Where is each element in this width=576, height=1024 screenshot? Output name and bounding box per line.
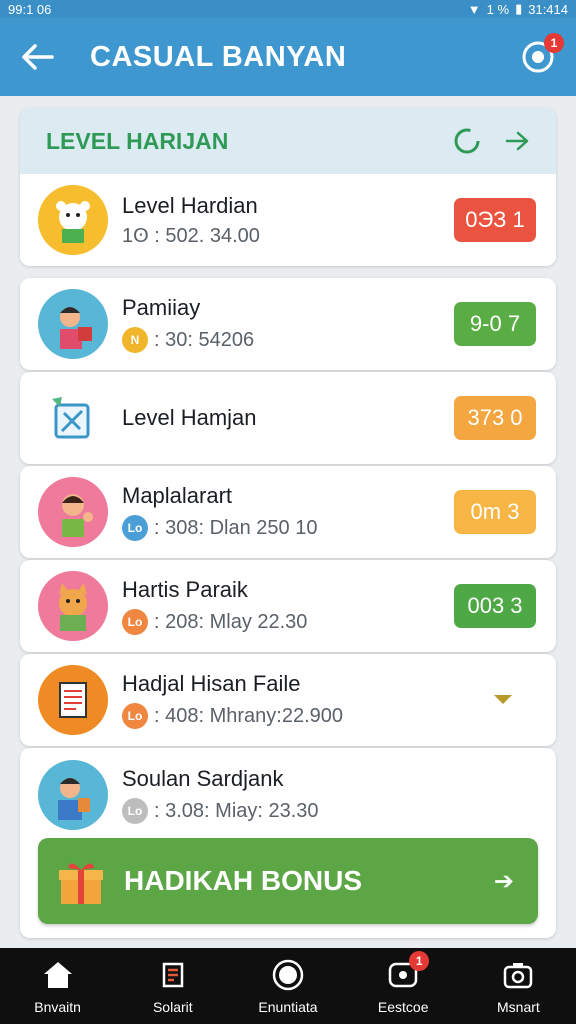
score-badge: 0ЭЗ 1 xyxy=(454,198,536,242)
list-item[interactable]: Level Hamjan 373 0 xyxy=(20,372,556,464)
avatar xyxy=(38,477,108,547)
app-bar: CASUAL BANYAN 1 xyxy=(0,18,576,96)
row-sub: : 3.08: Miay: 23.30 xyxy=(154,799,319,822)
arrow-right-icon: ➔ xyxy=(493,867,514,895)
list-item[interactable]: Pamiiay N : 30: 54206 9-0 7 xyxy=(20,278,556,370)
avatar xyxy=(38,185,108,255)
level-header-card: LEVEL HARIJAN Level Hardian 1ʘ : 502. 34… xyxy=(20,108,556,266)
row-name: Hadjal Hisan Faile xyxy=(122,671,301,696)
wifi-icon: ▼ xyxy=(467,1,481,17)
battery-icon: ▮ xyxy=(515,1,523,16)
score-badge: 373 0 xyxy=(454,396,536,440)
row-sub: : 30: 54206 xyxy=(154,328,255,351)
document-icon xyxy=(59,682,87,718)
row-name: Level Hamjan xyxy=(122,405,257,430)
nav-badge: 1 xyxy=(409,951,430,971)
back-button[interactable] xyxy=(18,37,58,77)
coin-icon: Lo xyxy=(122,703,148,729)
avatar xyxy=(38,571,108,641)
avatar xyxy=(38,289,108,359)
nav-scroll[interactable]: Solarit xyxy=(115,948,230,1024)
status-time: 99:1 06 xyxy=(8,1,52,17)
nav-label: Bnvaitn xyxy=(34,999,81,1015)
score-badge: 9-0 7 xyxy=(454,302,536,346)
bonus-label: HADIKAH BONUS xyxy=(124,865,362,896)
notification-badge: 1 xyxy=(544,33,564,53)
nav-label: Eestcoe xyxy=(377,999,429,1015)
list-item[interactable]: Hartis Paraik Lo : 208: Mlay 22.30 003 3 xyxy=(20,560,556,652)
nav-label: Msnart xyxy=(497,999,540,1015)
notification-button[interactable]: 1 xyxy=(518,33,564,77)
status-clock: 31:414 xyxy=(528,1,568,17)
bear-avatar-icon xyxy=(56,201,90,243)
row-sub: : 408: Mhrany:22.900 xyxy=(154,704,344,727)
coin-icon: Lo xyxy=(122,798,148,824)
avatar xyxy=(38,383,108,453)
list-item[interactable]: Hadjal Hisan Faile Lo : 408: Mhrany:22.90… xyxy=(20,654,556,746)
puzzle-icon xyxy=(52,397,90,439)
battery-percent: 1 % xyxy=(486,1,510,17)
score-badge: 003 3 xyxy=(454,584,536,628)
scroll-icon xyxy=(162,962,184,988)
row-sub: : 208: Mlay 22.30 xyxy=(154,610,308,633)
status-bar: 99:1 06 ▼ 1 % ▮ 31:414 xyxy=(0,0,576,18)
row-name: Maplalarart xyxy=(122,483,233,508)
avatar xyxy=(38,760,108,830)
camera-icon xyxy=(504,963,533,989)
refresh-icon[interactable] xyxy=(452,126,482,156)
chevron-down-icon[interactable] xyxy=(492,693,514,707)
nav-record[interactable]: Enuntiata xyxy=(230,948,345,1024)
nav-label: Enuntiata xyxy=(258,999,318,1015)
nav-profile[interactable]: Msnart xyxy=(461,948,576,1024)
row-sub: : 308: Dlan 250 10 xyxy=(154,516,318,539)
row-name: Level Hardian xyxy=(122,192,258,218)
gift-icon xyxy=(59,863,103,904)
coin-icon: Lo xyxy=(122,515,148,541)
person-avatar-icon xyxy=(58,778,90,820)
nav-label: Solarit xyxy=(152,999,193,1015)
bottom-nav: Bnvaitn Solarit Enuntiata 1 Eestcoe Msna… xyxy=(0,948,576,1024)
list-item[interactable]: Maplalarart Lo : 308: Dlan 250 10 0m 3 xyxy=(20,466,556,558)
list-item[interactable]: Level Hardian 1ʘ : 502. 34.00 0ЭЗ 1 xyxy=(20,174,556,266)
coin-icon: N xyxy=(122,327,148,353)
person-avatar-icon xyxy=(60,307,92,349)
level-list: LEVEL HARIJAN Level Hardian 1ʘ : 502. 34… xyxy=(20,108,556,938)
arrow-left-icon xyxy=(22,44,54,70)
row-sub: 1ʘ : 502. 34.00 xyxy=(122,224,260,247)
record-icon xyxy=(272,959,304,991)
cat-avatar-icon xyxy=(59,583,87,631)
coin-icon: Lo xyxy=(122,609,148,635)
home-icon xyxy=(43,962,72,988)
arrow-right-icon[interactable] xyxy=(504,130,530,152)
app-title: CASUAL BANYAN xyxy=(90,40,347,73)
row-name: Pamiiay xyxy=(122,295,201,320)
bonus-button[interactable]: HADIKAH BONUS ➔ xyxy=(38,838,538,924)
section-title: LEVEL HARIJAN xyxy=(46,127,229,154)
row-name: Hartis Paraik xyxy=(122,577,248,602)
score-badge: 0m 3 xyxy=(454,490,536,534)
nav-home[interactable]: Bnvaitn xyxy=(0,948,115,1024)
avatar xyxy=(38,665,108,735)
person-avatar-icon xyxy=(62,494,93,537)
row-name: Soulan Sardjank xyxy=(122,766,284,791)
nav-alerts[interactable]: 1 Eestcoe xyxy=(346,948,461,1024)
